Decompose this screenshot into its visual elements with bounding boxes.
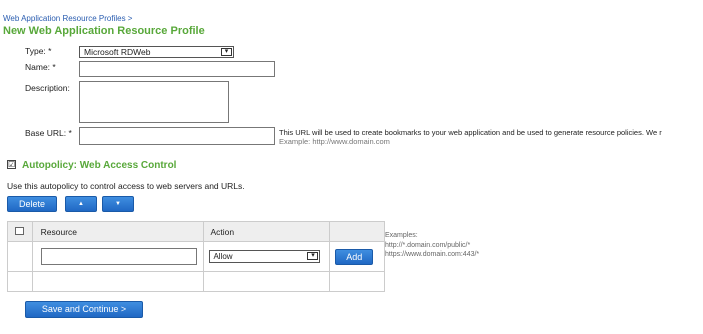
delete-button[interactable]: Delete bbox=[7, 196, 57, 212]
arrow-down-icon: ▼ bbox=[115, 201, 121, 207]
table-row: Allow ▾ Add bbox=[7, 241, 385, 272]
page-title: New Web Application Resource Profile bbox=[3, 25, 205, 37]
select-all-checkbox[interactable] bbox=[15, 226, 25, 235]
arrow-up-icon: ▲ bbox=[78, 201, 84, 207]
move-up-button[interactable]: ▲ bbox=[65, 196, 97, 212]
select-all-cell bbox=[7, 221, 33, 242]
action-select-value: Allow bbox=[213, 252, 233, 261]
resource-examples: Examples: http://*.domain.com/public/* h… bbox=[385, 231, 479, 260]
action-select[interactable]: Allow ▾ bbox=[209, 250, 321, 263]
base-url-field[interactable] bbox=[79, 127, 275, 145]
name-label: Name: * bbox=[25, 62, 56, 72]
chevron-down-icon: ▾ bbox=[221, 48, 232, 56]
base-url-example: Example: http://www.domain.com bbox=[279, 137, 390, 146]
add-button[interactable]: Add bbox=[335, 248, 374, 265]
autopolicy-title: Autopolicy: Web Access Control bbox=[22, 160, 177, 171]
resource-column-header: Resource bbox=[31, 221, 205, 242]
example-line: https://www.domain.com:443/* bbox=[385, 251, 480, 258]
example-line: http://*.domain.com/public/* bbox=[385, 241, 471, 249]
description-field[interactable] bbox=[79, 81, 229, 123]
policy-table: Resource Action Allow ▾ Add bbox=[7, 221, 385, 292]
examples-heading: Examples: bbox=[385, 232, 418, 239]
table-row bbox=[7, 271, 385, 292]
action-column-header: Action bbox=[203, 221, 331, 242]
description-label: Description: bbox=[25, 83, 70, 93]
type-select[interactable]: Microsoft RDWeb ▾ bbox=[79, 46, 234, 58]
table-header-row: Resource Action bbox=[7, 221, 385, 242]
autopolicy-description: Use this autopolicy to control access to… bbox=[7, 181, 245, 191]
breadcrumb-link[interactable]: Web Application Resource Profiles > bbox=[3, 14, 132, 23]
type-select-value: Microsoft RDWeb bbox=[84, 47, 151, 57]
autopolicy-checkbox[interactable]: ☑ bbox=[7, 160, 16, 169]
resource-input[interactable] bbox=[40, 248, 197, 265]
name-field[interactable] bbox=[79, 61, 275, 77]
save-and-continue-button[interactable]: Save and Continue > bbox=[25, 301, 143, 318]
base-url-label: Base URL: * bbox=[25, 128, 72, 138]
move-down-button[interactable]: ▼ bbox=[102, 196, 134, 212]
type-label: Type: * bbox=[25, 46, 52, 56]
base-url-help-text: This URL will be used to create bookmark… bbox=[279, 128, 662, 137]
chevron-down-icon: ▾ bbox=[307, 252, 319, 260]
